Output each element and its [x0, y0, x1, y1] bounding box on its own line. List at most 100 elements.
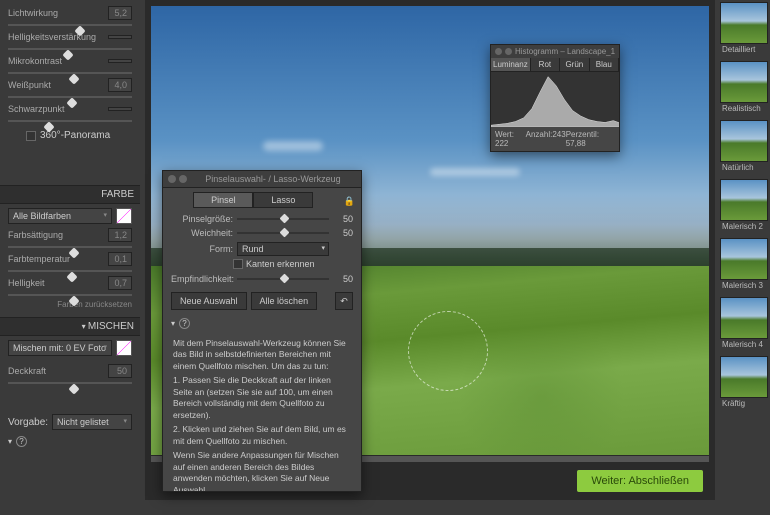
preset-item[interactable]: Malerisch 2 [720, 179, 768, 234]
preset-dropdown[interactable]: Nicht gelistet [52, 414, 132, 430]
preset-label: Malerisch 3 [720, 280, 768, 293]
shape-label: Form: [171, 244, 233, 254]
preset-thumbnail [720, 61, 768, 103]
slider-value[interactable] [108, 59, 132, 63]
minimize-dot-icon[interactable] [179, 175, 187, 183]
slider-track[interactable] [8, 96, 132, 98]
help-icon[interactable]: ? [16, 436, 27, 447]
hist-min-dot-icon[interactable] [505, 48, 512, 55]
hist-tab-luminanz[interactable]: Luminanz [491, 58, 531, 71]
color-picker-swatch[interactable] [116, 208, 132, 224]
tool-panel-titlebar[interactable]: Pinselauswahl- / Lasso-Werkzeug [163, 171, 361, 188]
histogram-graph [491, 72, 619, 127]
slider-label: Helligkeitsverstärkung [8, 32, 96, 42]
brush-cursor-circle [408, 311, 488, 391]
presets-panel: Detailliert Realistisch Natürlich Maleri… [718, 0, 770, 515]
slider-value[interactable]: 5,2 [108, 6, 132, 20]
help-chevron-icon[interactable]: ▾ [8, 437, 12, 446]
undo-icon[interactable]: ↶ [335, 292, 353, 310]
preset-label: Natürlich [720, 162, 768, 175]
slider-value[interactable] [108, 107, 132, 111]
lock-icon[interactable]: 🔒 [344, 196, 355, 207]
sensitivity-slider[interactable] [237, 278, 329, 280]
preset-item[interactable]: Realistisch [720, 61, 768, 116]
slider-label: Lichtwirkung [8, 8, 58, 18]
close-dot-icon[interactable] [168, 175, 176, 183]
slider-label: Schwarzpunkt [8, 104, 65, 114]
opacity-label: Deckkraft [8, 366, 46, 376]
slider-track[interactable] [8, 48, 132, 50]
slider-track[interactable] [8, 120, 132, 122]
softness-value: 50 [333, 228, 353, 238]
left-adjustments-panel: Lichtwirkung 5,2 Helligkeitsverstärkung … [0, 0, 140, 515]
slider-track[interactable] [8, 72, 132, 74]
color-range-dropdown[interactable]: Alle Bildfarben [8, 208, 112, 224]
preset-thumbnail [720, 179, 768, 221]
slider-label: Mikrokontrast [8, 56, 62, 66]
blend-source-dropdown[interactable]: Mischen mit: 0 EV Foto [8, 340, 112, 356]
hist-perzentil-value: 57,88 [566, 139, 586, 148]
slider-track[interactable] [8, 24, 132, 26]
detect-edges-label: Kanten erkennen [246, 259, 315, 269]
slider-label: Farbtemperatur [8, 254, 70, 264]
slider-track[interactable] [8, 294, 132, 296]
farbe-section-header[interactable]: FARBE [0, 185, 140, 204]
hist-close-dot-icon[interactable] [495, 48, 502, 55]
slider-value[interactable]: 0,7 [108, 276, 132, 290]
continue-button[interactable]: Weiter: Abschließen [577, 470, 703, 492]
panorama-label: 360°-Panorama [40, 130, 110, 141]
slider-label: Farbsättigung [8, 230, 63, 240]
slider-track[interactable] [8, 270, 132, 272]
tool-help-icon[interactable]: ? [179, 318, 190, 329]
brush-size-label: Pinselgröße: [171, 214, 233, 224]
preset-item[interactable]: Malerisch 3 [720, 238, 768, 293]
softness-label: Weichheit: [171, 228, 233, 238]
brush-size-value: 50 [333, 214, 353, 224]
preset-item[interactable]: Malerisch 4 [720, 297, 768, 352]
preset-label: Realistisch [720, 103, 768, 116]
opacity-value[interactable]: 50 [108, 364, 132, 378]
mischen-section-header[interactable]: MISCHEN [0, 317, 140, 336]
sensitivity-label: Empfindlichkeit: [171, 274, 233, 284]
histogram-title: Histogramm – Landscape_11_2_7 [515, 47, 615, 56]
hist-tab-rot[interactable]: Rot [531, 58, 560, 71]
preset-thumbnail [720, 356, 768, 398]
slider-value[interactable] [108, 35, 132, 39]
preset-item[interactable]: Detailliert [720, 2, 768, 57]
preset-item[interactable]: Natürlich [720, 120, 768, 175]
tool-help-text: Mit dem Pinselauswahl-Werkzeug können Si… [163, 331, 361, 491]
hist-tab-grün[interactable]: Grün [560, 58, 589, 71]
hist-anzahl-value: 243 [552, 130, 565, 139]
help-expand-icon[interactable]: ▾ [171, 319, 175, 328]
preset-thumbnail [720, 297, 768, 339]
slider-track[interactable] [8, 246, 132, 248]
tab-pinsel[interactable]: Pinsel [193, 192, 253, 208]
brush-size-slider[interactable] [237, 218, 329, 220]
panorama-checkbox[interactable] [26, 131, 36, 141]
hist-perzentil-label: Perzentil: [566, 130, 599, 139]
slider-value[interactable]: 4,0 [108, 78, 132, 92]
preset-thumbnail [720, 2, 768, 44]
opacity-slider[interactable] [8, 382, 132, 384]
preset-label: Vorgabe: [8, 417, 48, 428]
preset-thumbnail [720, 238, 768, 280]
histogram-panel: Histogramm – Landscape_11_2_7 LuminanzRo… [490, 44, 620, 152]
hist-wert-value: 222 [495, 139, 508, 148]
tab-lasso[interactable]: Lasso [253, 192, 313, 208]
detect-edges-checkbox[interactable] [233, 259, 243, 269]
hist-tab-blau[interactable]: Blau [590, 58, 619, 71]
softness-slider[interactable] [237, 232, 329, 234]
slider-label: Helligkeit [8, 278, 45, 288]
shape-dropdown[interactable]: Rund [237, 242, 329, 256]
preset-item[interactable]: Kräftig [720, 356, 768, 411]
panorama-checkbox-row: 360°-Panorama [26, 130, 132, 141]
slider-label: Weißpunkt [8, 80, 51, 90]
clear-all-button[interactable]: Alle löschen [251, 292, 318, 310]
histogram-titlebar[interactable]: Histogramm – Landscape_11_2_7 [491, 45, 619, 58]
preset-label: Kräftig [720, 398, 768, 411]
slider-value[interactable]: 0,1 [108, 252, 132, 266]
slider-value[interactable]: 1,2 [108, 228, 132, 242]
brush-lasso-tool-panel: Pinselauswahl- / Lasso-Werkzeug Pinsel L… [162, 170, 362, 492]
brush-tool-swatch[interactable] [116, 340, 132, 356]
new-selection-button[interactable]: Neue Auswahl [171, 292, 247, 310]
